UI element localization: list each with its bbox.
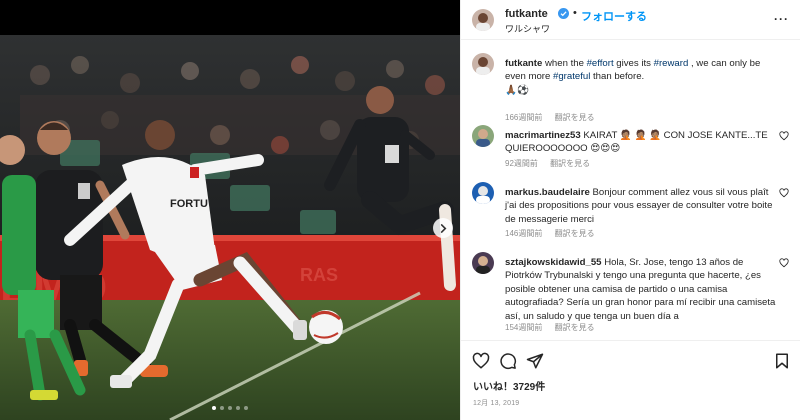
carousel-dot	[244, 406, 248, 410]
profile-picture	[472, 182, 494, 204]
separator-dot: •	[573, 7, 577, 19]
svg-text:RAS: RAS	[300, 265, 338, 285]
football-photo: BMO RAS FORTU	[0, 35, 460, 420]
heart-icon[interactable]	[779, 188, 789, 198]
translate-link[interactable]: 翻訳を見る	[550, 159, 590, 168]
caption-username[interactable]: futkante	[505, 58, 542, 69]
comment-icon[interactable]	[499, 352, 517, 370]
carousel-dot	[212, 406, 216, 410]
more-icon[interactable]: ···	[774, 12, 789, 26]
commenter-avatar[interactable]	[472, 182, 494, 204]
hashtag-link[interactable]: #effort	[587, 58, 614, 69]
commenter-username[interactable]: macrimartinez53	[505, 130, 581, 141]
follow-button[interactable]: フォローする	[581, 8, 647, 24]
comment-time[interactable]: 154週間前	[505, 323, 542, 332]
profile-picture	[472, 125, 494, 147]
comment-meta: 154週間前 翻訳を見る	[505, 322, 605, 333]
hashtag-link[interactable]: #reward	[654, 58, 689, 69]
comment-time[interactable]: 166週間前	[505, 113, 542, 122]
carousel-dot	[220, 406, 224, 410]
comment-text: markus.baudelaire Bonjour comment allez …	[505, 186, 777, 226]
carousel-indicator	[0, 406, 460, 410]
post-media[interactable]: BMO RAS FORTU	[0, 0, 460, 420]
action-bar	[461, 340, 800, 380]
post-photo[interactable]: BMO RAS FORTU	[0, 35, 460, 420]
comment-time[interactable]: 92週間前	[505, 159, 538, 168]
caption-text: futkante when the #effort gives its #rew…	[505, 57, 777, 97]
caption-text-part: when the	[544, 58, 587, 69]
hashtag-link[interactable]: #grateful	[553, 71, 590, 82]
post-header: futkante • フォローする ワルシャワ ···	[461, 0, 800, 40]
heart-icon[interactable]	[472, 352, 490, 370]
caption-text-part: than before.	[590, 71, 645, 83]
translate-link[interactable]: 翻訳を見る	[555, 229, 595, 238]
commenter-username[interactable]: sztajkowskidawid_55	[505, 257, 602, 268]
verified-badge-icon	[558, 8, 569, 19]
caption-emoji: 🙏🏾⚽️	[505, 84, 529, 96]
comment-text: macrimartinez53 KAIRAT 🤦🏽 🤦🏽 🤦🏽 CON JOSE…	[505, 129, 777, 156]
commenter-avatar[interactable]	[472, 125, 494, 147]
carousel-dot	[228, 406, 232, 410]
post-date[interactable]: 12月 13, 2019	[473, 398, 519, 408]
commenter-avatar[interactable]	[472, 252, 494, 274]
comment-meta: 92週間前 翻訳を見る	[505, 158, 600, 169]
author-username[interactable]: futkante	[505, 8, 548, 20]
author-avatar[interactable]	[472, 53, 494, 75]
comment-meta: 166週間前 翻訳を見る	[505, 112, 605, 123]
comment-text: sztajkowskidawid_55 Hola, Sr. Jose, teng…	[505, 256, 777, 323]
carousel-dot	[236, 406, 240, 410]
commenter-username[interactable]: markus.baudelaire	[505, 187, 590, 198]
svg-text:FORTU: FORTU	[170, 198, 208, 210]
bookmark-icon[interactable]	[773, 352, 791, 370]
paper-plane-icon[interactable]	[526, 352, 544, 370]
heart-icon[interactable]	[779, 131, 789, 141]
translate-link[interactable]: 翻訳を見る	[555, 323, 595, 332]
post-sidebar: futkante • フォローする ワルシャワ ··· futkante whe…	[460, 0, 800, 420]
author-avatar[interactable]	[472, 9, 494, 31]
comment-time[interactable]: 146週間前	[505, 229, 542, 238]
caption-text-part: gives its	[613, 58, 654, 69]
profile-picture	[472, 252, 494, 274]
like-count[interactable]: いいね！3729件	[473, 378, 545, 393]
profile-picture	[472, 53, 494, 75]
post-location[interactable]: ワルシャワ	[505, 22, 550, 35]
profile-picture	[472, 9, 494, 31]
heart-icon[interactable]	[779, 258, 789, 268]
carousel-next-button[interactable]	[433, 218, 453, 238]
translate-link[interactable]: 翻訳を見る	[555, 113, 595, 122]
comment-list[interactable]: futkante when the #effort gives its #rew…	[461, 40, 800, 340]
chevron-right-icon	[440, 223, 446, 233]
comment-meta: 146週間前 翻訳を見る	[505, 228, 605, 239]
